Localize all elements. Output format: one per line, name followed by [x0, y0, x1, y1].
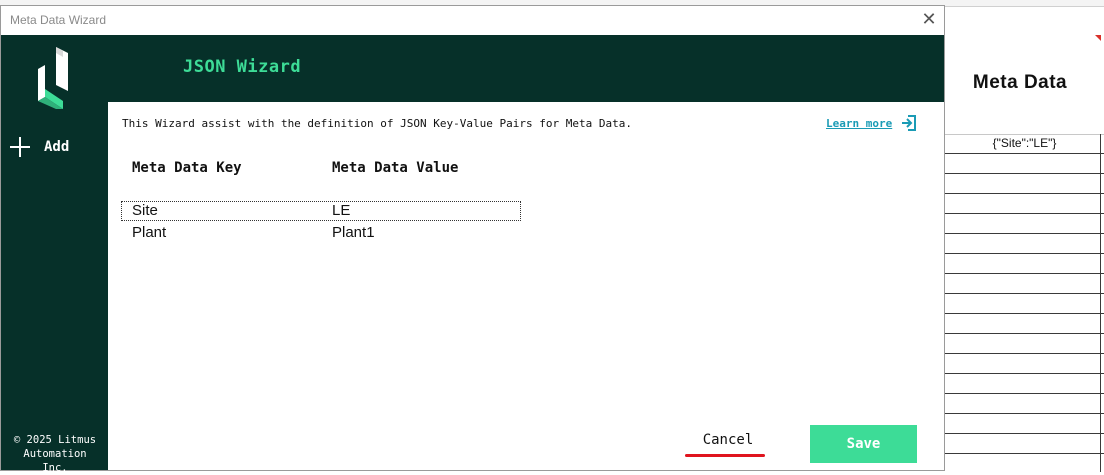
close-button[interactable]: ✕ — [918, 10, 940, 32]
background-cell[interactable] — [945, 254, 1104, 274]
background-rows: {"Site":"LE"} — [945, 134, 1104, 454]
page-title: JSON Wizard — [183, 57, 302, 77]
wizard-content: This Wizard assist with the definition o… — [108, 102, 944, 470]
background-cell[interactable]: {"Site":"LE"} — [945, 134, 1104, 154]
meta-key-cell[interactable]: Plant — [132, 224, 166, 242]
cancel-button[interactable]: Cancel — [686, 425, 770, 455]
sidebar: Add © 2025 Litmus Automation Inc. — [1, 35, 108, 474]
column-header-key: Meta Data Key — [132, 160, 242, 176]
meta-value-cell[interactable]: Plant1 — [332, 224, 375, 242]
background-cell[interactable] — [945, 374, 1104, 394]
title-bar[interactable]: Meta Data Wizard ✕ — [1, 6, 944, 35]
copyright-line: © 2025 Litmus — [13, 434, 97, 446]
meta-value-cell[interactable]: LE — [332, 202, 350, 220]
column-header-value: Meta Data Value — [332, 160, 459, 176]
close-icon: ✕ — [921, 9, 937, 30]
background-column-title: Meta Data — [972, 72, 1068, 93]
comment-indicator-icon — [1095, 35, 1101, 41]
window-title: Meta Data Wizard — [10, 13, 107, 27]
background-cell[interactable] — [945, 414, 1104, 434]
background-cell[interactable] — [945, 434, 1104, 454]
copyright-text: © 2025 Litmus Automation Inc. — [9, 433, 101, 475]
background-cell[interactable] — [945, 154, 1104, 174]
background-cell[interactable] — [945, 354, 1104, 374]
meta-data-wizard-dialog: Meta Data Wizard ✕ Add © 2025 Litmus Aut… — [0, 5, 945, 474]
info-text: This Wizard assist with the definition o… — [122, 117, 632, 130]
add-label: Add — [44, 139, 70, 155]
table-row[interactable]: Plant Plant1 — [122, 224, 520, 242]
save-button[interactable]: Save — [810, 425, 917, 463]
meta-key-cell[interactable]: Site — [132, 202, 158, 220]
background-cell[interactable] — [945, 174, 1104, 194]
table-row[interactable]: Site LE — [121, 201, 521, 221]
background-cell[interactable] — [945, 334, 1104, 354]
plus-icon — [10, 137, 30, 157]
background-cell[interactable] — [945, 394, 1104, 414]
background-cell[interactable] — [945, 314, 1104, 334]
add-button[interactable]: Add — [10, 135, 69, 159]
copyright-line: Automation Inc. — [23, 448, 87, 474]
litmus-logo-icon — [38, 47, 68, 109]
background-cell[interactable] — [945, 214, 1104, 234]
external-link-icon[interactable] — [900, 114, 918, 132]
background-cell[interactable] — [945, 274, 1104, 294]
background-cell[interactable] — [945, 294, 1104, 314]
wizard-header: JSON Wizard — [108, 35, 944, 102]
background-cell[interactable] — [945, 194, 1104, 214]
background-grid-line — [1100, 134, 1101, 472]
learn-more-link[interactable]: Learn more — [826, 117, 892, 130]
background-cell[interactable] — [945, 234, 1104, 254]
annotation-underline — [685, 454, 765, 457]
